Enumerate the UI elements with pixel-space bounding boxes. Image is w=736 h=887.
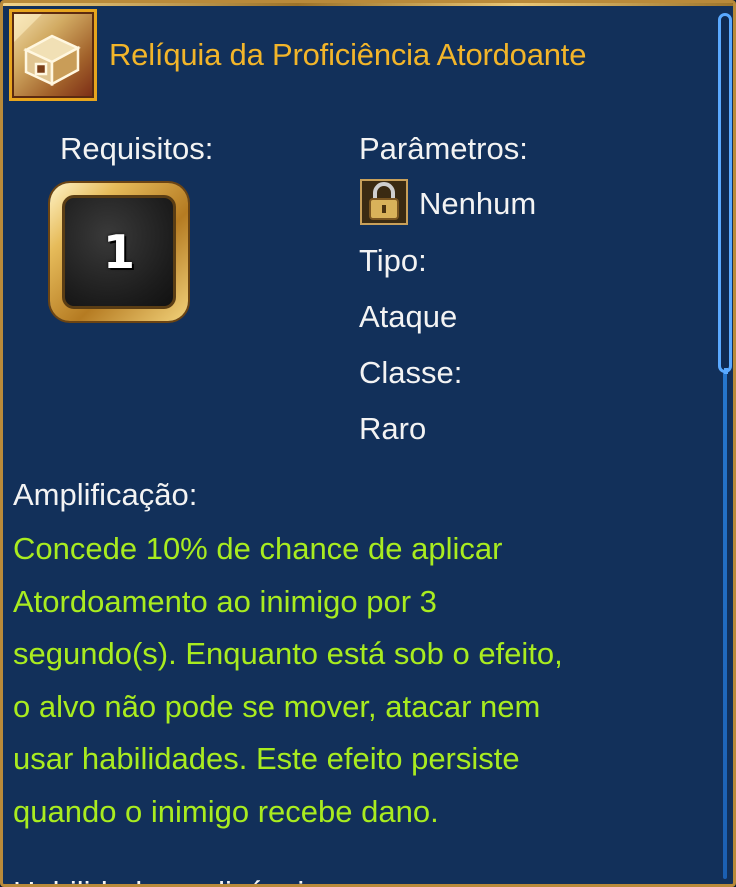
level-requirement-badge: 1	[50, 183, 188, 321]
level-requirement-value: 1	[102, 225, 135, 279]
parameter-lock-value: Nenhum	[419, 186, 537, 221]
type-label: Tipo:	[359, 243, 427, 278]
class-value: Raro	[359, 411, 427, 446]
requirements-label: Requisitos:	[60, 131, 214, 166]
applicable-skills-label: Habilidades aplicáveis:	[13, 875, 328, 884]
level-badge-inner: 1	[62, 195, 176, 309]
padlock-icon	[360, 179, 408, 225]
type-value: Ataque	[359, 299, 458, 334]
item-tooltip-panel: Relíquia da Proficiência Atordoante Requ…	[0, 0, 736, 887]
vertical-scrollbar[interactable]	[717, 9, 733, 884]
class-label: Classe:	[359, 355, 463, 390]
panel-top-border	[3, 3, 733, 6]
relic-chest-icon[interactable]	[9, 9, 97, 101]
item-title: Relíquia da Proficiência Atordoante	[109, 37, 587, 72]
scrollbar-thumb[interactable]	[718, 13, 732, 374]
parameters-label: Parâmetros:	[359, 131, 528, 166]
amplification-label: Amplificação:	[13, 477, 198, 512]
amplification-description: Concede 10% de chance de aplicar Atordoa…	[13, 531, 563, 829]
